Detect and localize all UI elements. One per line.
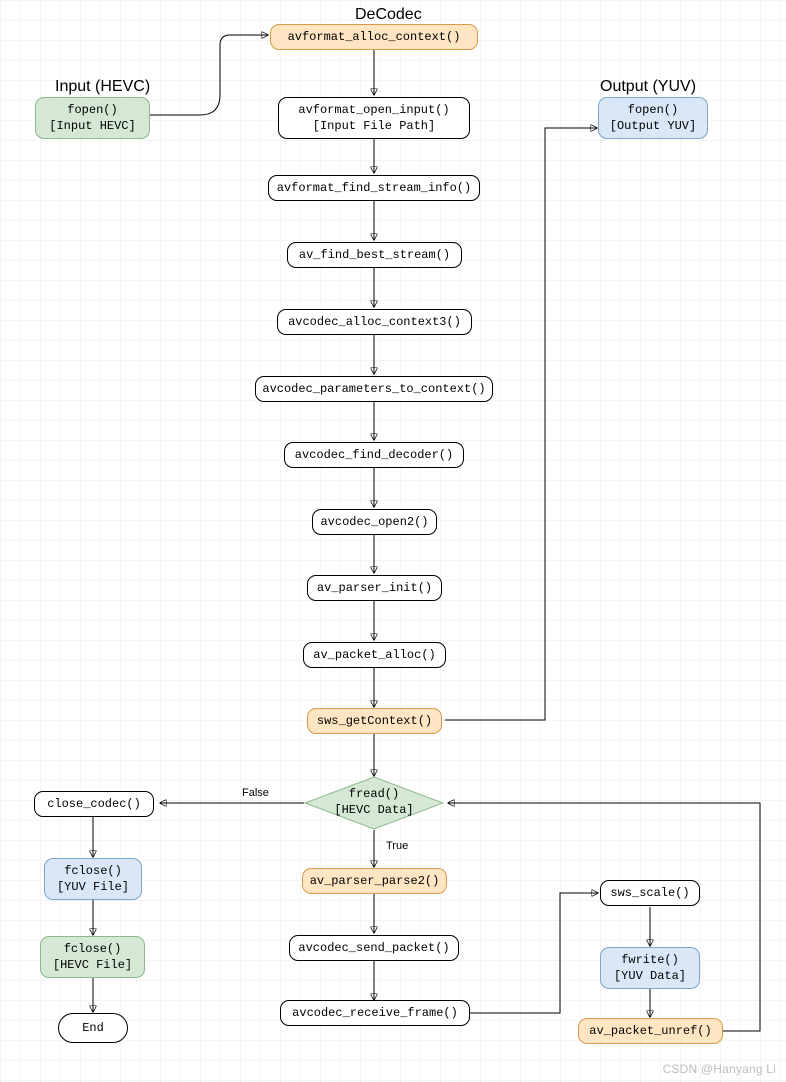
node-end: End <box>58 1013 128 1043</box>
fread-label: fread() [HEVC Data] <box>334 787 413 818</box>
node-receive-frame: avcodec_receive_frame() <box>280 1000 470 1026</box>
node-sws-scale: sws_scale() <box>600 880 700 906</box>
node-fread-decision: fread() [HEVC Data] <box>304 776 444 830</box>
node-find-decoder: avcodec_find_decoder() <box>284 442 464 468</box>
node-alloc-ctx3: avcodec_alloc_context3() <box>277 309 472 335</box>
node-packet-unref: av_packet_unref() <box>578 1018 723 1044</box>
node-input-fopen: fopen() [Input HEVC] <box>35 97 150 139</box>
node-fclose-yuv: fclose() [YUV File] <box>44 858 142 900</box>
node-parser-parse2: av_parser_parse2() <box>302 868 447 894</box>
node-avformat-open: avformat_open_input() [Input File Path] <box>278 97 470 139</box>
node-open2: avcodec_open2() <box>312 509 437 535</box>
edge-label-true: True <box>386 840 408 852</box>
node-fwrite: fwrite() [YUV Data] <box>600 947 700 989</box>
node-find-stream: avformat_find_stream_info() <box>268 175 480 201</box>
node-sws-getctx: sws_getContext() <box>307 708 442 734</box>
edge-label-false: False <box>242 787 269 799</box>
title-output: Output (YUV) <box>600 78 696 96</box>
title-input: Input (HEVC) <box>55 78 150 96</box>
edges-layer <box>0 0 786 1082</box>
title-decodec: DeCodec <box>355 6 422 24</box>
node-fclose-hevc: fclose() [HEVC File] <box>40 936 145 978</box>
node-close-codec: close_codec() <box>34 791 154 817</box>
node-parser-init: av_parser_init() <box>307 575 442 601</box>
node-avformat-alloc: avformat_alloc_context() <box>270 24 478 50</box>
node-packet-alloc: av_packet_alloc() <box>303 642 446 668</box>
node-find-best: av_find_best_stream() <box>287 242 462 268</box>
watermark: CSDN @Hanyang Li <box>663 1062 776 1076</box>
node-send-packet: avcodec_send_packet() <box>289 935 459 961</box>
node-output-fopen: fopen() [Output YUV] <box>598 97 708 139</box>
node-params-to-ctx: avcodec_parameters_to_context() <box>255 376 493 402</box>
